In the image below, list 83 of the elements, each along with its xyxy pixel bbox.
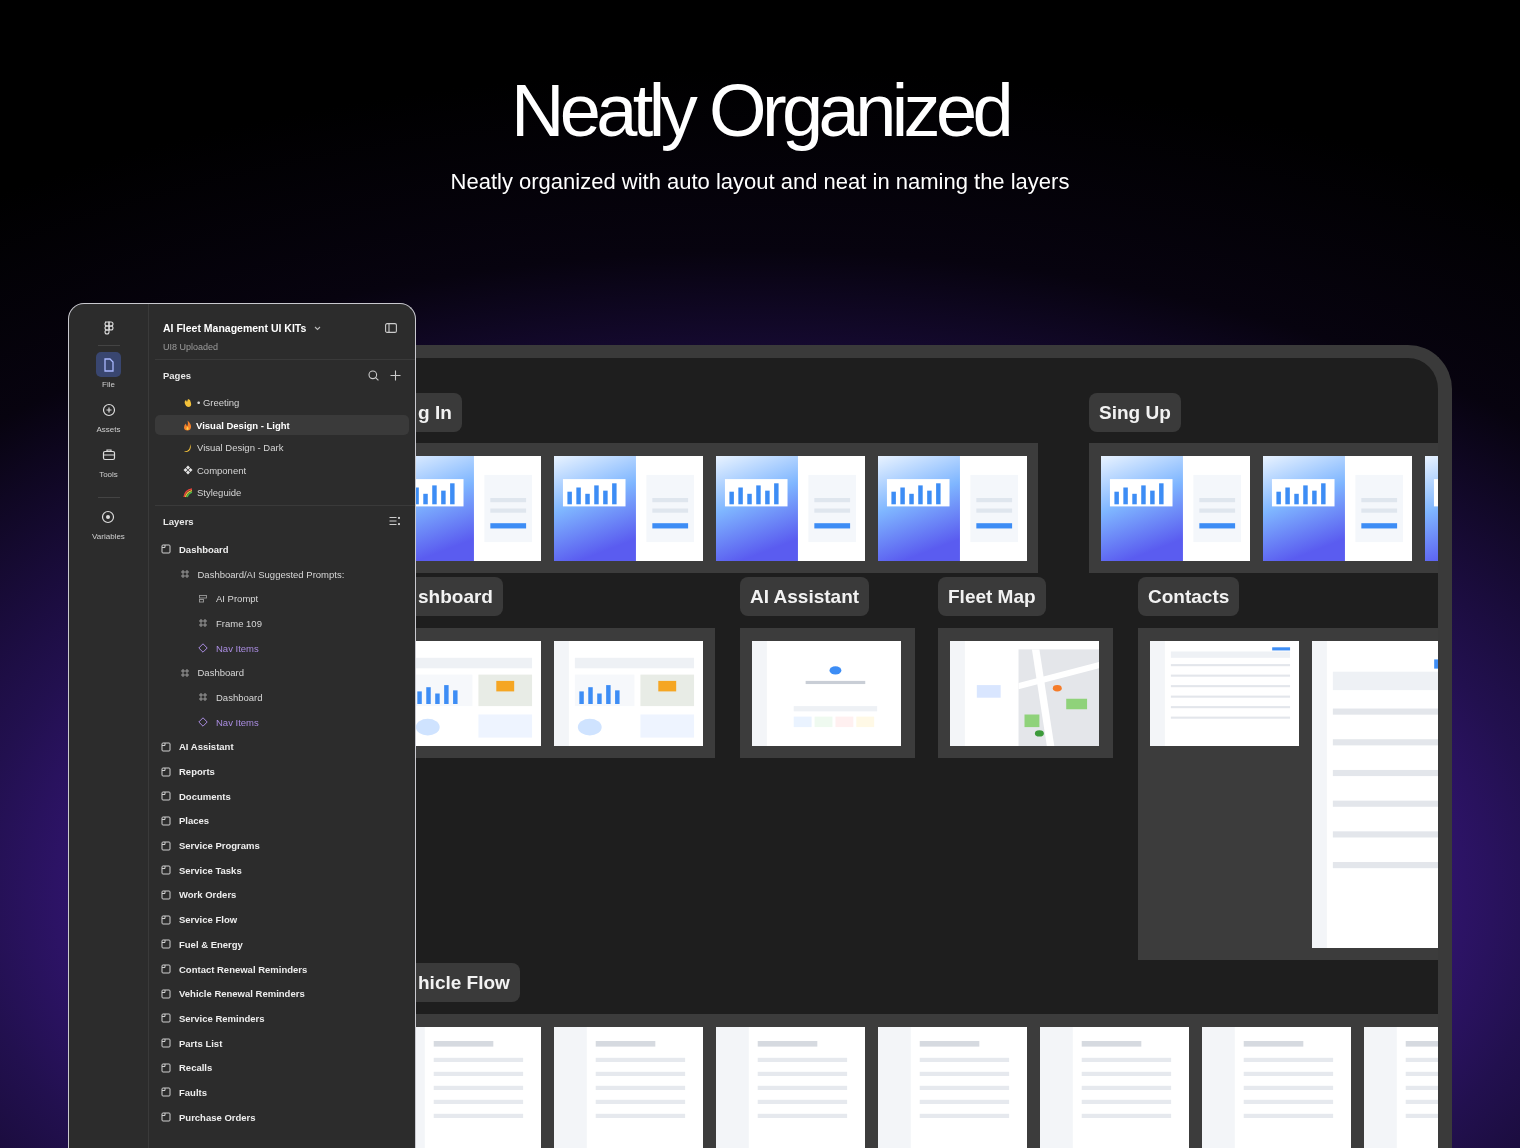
layer-name[interactable]: Purchase Orders xyxy=(179,1111,256,1123)
layer-name[interactable]: Service Flow xyxy=(179,914,238,926)
section-icon xyxy=(161,1087,171,1098)
hero-title: Neatly Organized xyxy=(510,68,1010,154)
add-icon[interactable] xyxy=(390,369,401,381)
page-item[interactable]: Styleguide xyxy=(155,482,409,503)
section-label[interactable]: shboard xyxy=(416,577,503,616)
section-icon xyxy=(161,1112,171,1123)
sidebar-tab[interactable]: Tools xyxy=(96,442,121,479)
layer-name[interactable]: Fuel & Energy xyxy=(179,938,243,950)
pages-heading: Pages xyxy=(163,369,192,381)
app-logo-icon xyxy=(103,321,114,335)
page-item[interactable]: • Greeting xyxy=(155,392,409,413)
layer-name[interactable]: Documents xyxy=(179,790,231,802)
frame-icon xyxy=(198,692,208,703)
rainbow-icon xyxy=(183,487,193,498)
layer-name[interactable]: Frame 109 xyxy=(216,617,262,629)
file-subtitle: UI8 Uploaded xyxy=(163,342,219,352)
layers-heading: Layers xyxy=(163,515,195,527)
page-item[interactable]: Component xyxy=(155,460,409,480)
section-label[interactable]: Contacts xyxy=(1138,577,1240,616)
target-icon xyxy=(101,509,116,524)
flame-icon xyxy=(183,419,192,431)
section-icon xyxy=(161,1038,171,1049)
section-label[interactable]: Sing Up xyxy=(1089,393,1181,432)
sidebar-toggle-icon[interactable] xyxy=(385,323,397,333)
section-label[interactable]: Fleet Map xyxy=(938,577,1046,616)
section-label[interactable]: g In xyxy=(416,393,462,432)
page-item[interactable]: Visual Design - Dark xyxy=(155,437,409,458)
section-label[interactable]: AI Assistant xyxy=(740,577,870,616)
hero-subtitle: Neatly organized with auto layout and neat in naming the layers xyxy=(450,168,1070,196)
auto-layout-icon xyxy=(198,593,208,604)
component-icon xyxy=(183,465,193,475)
layer-name[interactable]: Dashboard xyxy=(179,543,229,555)
section-icon xyxy=(161,939,171,950)
section-icon xyxy=(161,964,171,975)
section-icon xyxy=(161,815,171,826)
section-icon xyxy=(161,766,171,777)
toolbox-icon xyxy=(101,448,116,461)
section-label[interactable]: hicle Flow xyxy=(416,963,520,1002)
sidebar-tab[interactable]: Assets xyxy=(96,397,121,434)
layer-name[interactable]: Work Orders xyxy=(179,889,237,901)
instance-icon xyxy=(198,717,208,728)
layer-name[interactable]: Dashboard/AI Suggested Prompts: xyxy=(197,568,345,580)
caret-icon[interactable] xyxy=(314,325,322,331)
moon-icon xyxy=(183,442,193,453)
layer-name[interactable]: Dashboard xyxy=(216,691,263,703)
layer-name[interactable]: Contact Renewal Reminders xyxy=(179,963,308,975)
section-icon xyxy=(161,544,171,555)
add-circle-icon xyxy=(101,402,116,417)
search-icon[interactable] xyxy=(368,369,379,381)
section-icon xyxy=(161,865,171,876)
layer-name[interactable]: Parts List xyxy=(179,1037,223,1049)
file-icon xyxy=(102,357,115,372)
frame-icon xyxy=(179,569,190,580)
layer-name[interactable]: Nav Items xyxy=(216,716,259,728)
layer-name[interactable]: Faults xyxy=(179,1086,207,1098)
layer-name[interactable]: Nav Items xyxy=(216,642,259,654)
layer-name[interactable]: Recalls xyxy=(179,1062,213,1074)
section-icon xyxy=(161,914,171,925)
section-icon xyxy=(161,791,171,802)
instance-icon xyxy=(198,643,208,654)
layer-name[interactable]: Service Reminders xyxy=(179,1012,265,1024)
file-title[interactable]: AI Fleet Management UI KITs xyxy=(163,322,307,334)
layer-name[interactable]: Dashboard xyxy=(197,667,244,679)
page-item[interactable]: Visual Design - Light xyxy=(155,415,409,435)
layer-name[interactable]: AI Prompt xyxy=(216,593,259,605)
sidebar-tab[interactable]: Variables xyxy=(92,504,125,541)
section-icon xyxy=(161,840,171,851)
collapse-list-icon[interactable] xyxy=(389,516,401,526)
section-icon xyxy=(161,741,171,752)
section-icon xyxy=(161,889,171,900)
section-icon xyxy=(161,1013,171,1024)
layer-name[interactable]: Service Tasks xyxy=(179,864,242,876)
section-icon xyxy=(161,1062,171,1073)
section-icon xyxy=(161,988,171,999)
layer-name[interactable]: Reports xyxy=(179,766,215,778)
layer-name[interactable]: Vehicle Renewal Reminders xyxy=(179,988,305,1000)
frame-icon xyxy=(198,618,208,629)
layer-name[interactable]: AI Assistant xyxy=(179,741,234,753)
layer-name[interactable]: Service Programs xyxy=(179,840,260,852)
layer-name[interactable]: Places xyxy=(179,815,210,827)
frame-icon xyxy=(179,667,190,678)
